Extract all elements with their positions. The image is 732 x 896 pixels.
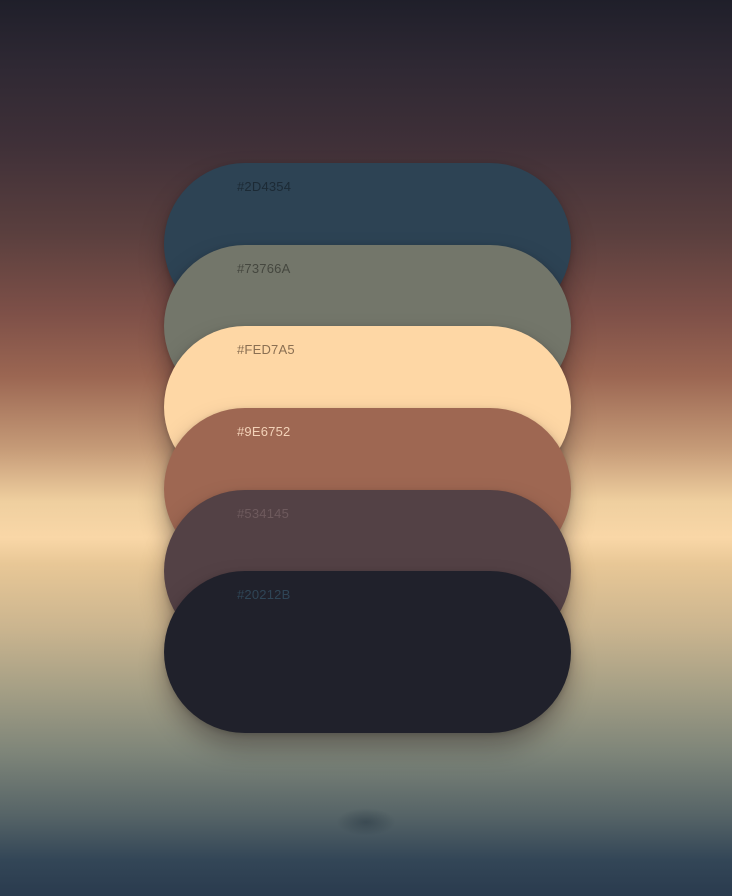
water-ripple [336,808,396,836]
swatch-hex-label: #20212B [237,587,291,602]
swatch-stack: #2D4354 #73766A #FED7A5 #9E6752 #534145 … [164,163,571,733]
palette-canvas: #2D4354 #73766A #FED7A5 #9E6752 #534145 … [0,0,732,896]
swatch-pill-6: #20212B [164,571,571,733]
swatch-hex-label: #9E6752 [237,424,291,439]
swatch-hex-label: #73766A [237,261,291,276]
swatch-hex-label: #2D4354 [237,179,292,194]
swatch-hex-label: #FED7A5 [237,342,295,357]
swatch-hex-label: #534145 [237,506,290,521]
